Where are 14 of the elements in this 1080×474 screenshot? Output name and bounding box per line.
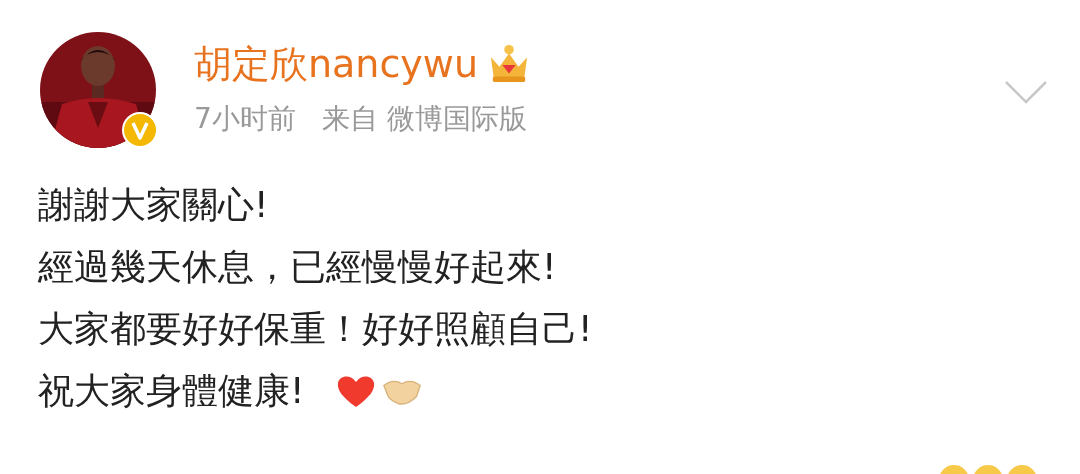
emoji-icon — [973, 465, 1003, 474]
post-text-line: 謝謝大家關心! — [38, 182, 269, 227]
post-source: 来自 微博国际版 — [321, 101, 527, 137]
author-name[interactable]: 胡定欣nancywu — [194, 38, 478, 90]
emoji-icon — [1007, 465, 1037, 474]
chevron-down-icon[interactable] — [1004, 80, 1048, 104]
emoji-icon — [939, 465, 969, 474]
post-text-line: 經過幾天休息，已經慢慢好起來! — [38, 244, 557, 289]
post-text-line: 大家都要好好保重！好好照顧自己! — [38, 306, 593, 351]
crown-icon — [488, 44, 530, 84]
post-text-line: 祝大家身體健康! — [38, 368, 305, 413]
post-time: 7小时前 — [194, 101, 296, 137]
heart-icon — [336, 373, 377, 409]
verified-icon — [122, 112, 158, 148]
